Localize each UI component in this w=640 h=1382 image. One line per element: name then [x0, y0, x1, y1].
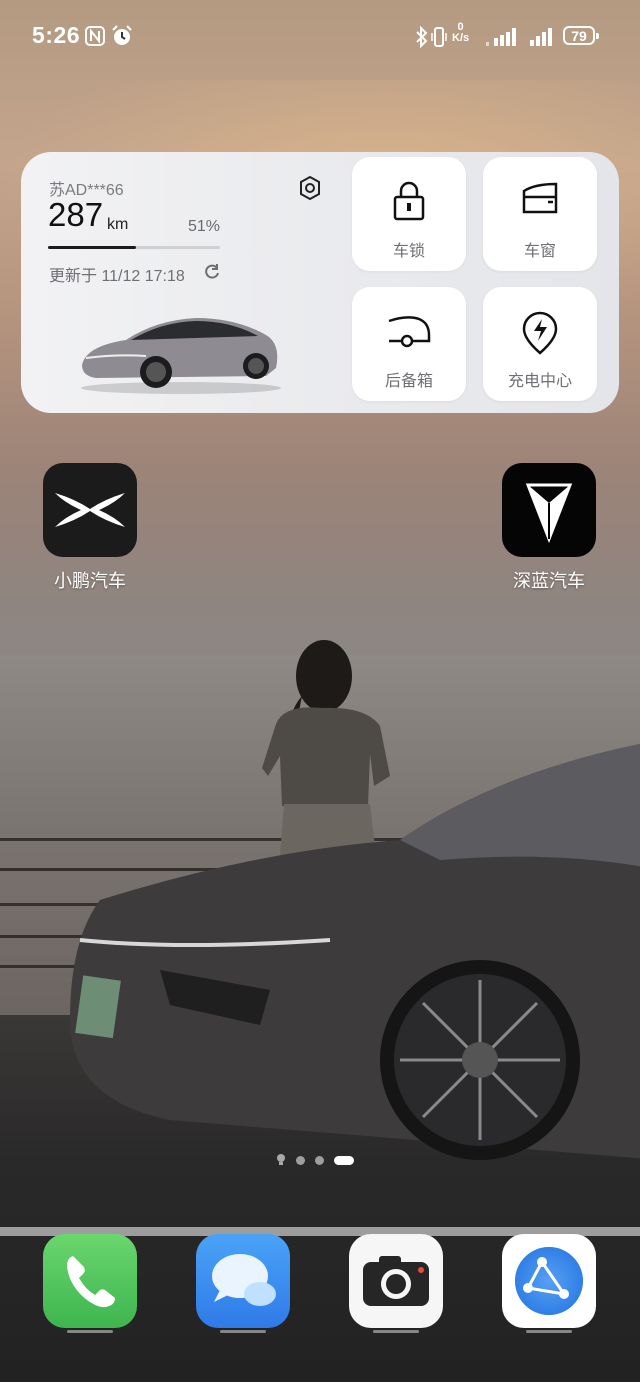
page-dot[interactable]: [296, 1155, 305, 1165]
network-speed: 0 K/s: [452, 22, 469, 44]
window-icon: [522, 182, 558, 214]
signal-icon: [530, 28, 552, 46]
status-bar: 5:26 0 K/s 79: [0, 0, 640, 72]
battery-bar-fill: [48, 246, 136, 249]
page-dot[interactable]: [315, 1155, 324, 1165]
page-dot-active[interactable]: [334, 1155, 354, 1165]
dock-camera[interactable]: [349, 1234, 443, 1328]
dock-indicator: [373, 1330, 419, 1333]
dock-indicator: [526, 1330, 572, 1333]
deepal-logo-icon: [502, 463, 596, 557]
app-deepal[interactable]: 深蓝汽车: [501, 463, 597, 593]
car-background: [70, 743, 640, 1160]
charging-label: 充电中心: [507, 373, 572, 390]
window-tile[interactable]: 车窗: [483, 157, 597, 271]
updated-time: 更新于 11/12 17:18: [49, 268, 185, 285]
range-unit: km: [107, 216, 129, 233]
trunk-tile[interactable]: 后备箱: [352, 287, 466, 401]
vibrate-icon: [431, 27, 447, 47]
refresh-icon[interactable]: [203, 263, 221, 281]
car-widget[interactable]: 苏AD***66 287 km 51% 更新于 11/12 17:18 车锁 车…: [21, 152, 619, 413]
bulb-icon[interactable]: [276, 1154, 286, 1166]
trunk-icon: [388, 316, 431, 348]
nfc-icon: [85, 26, 105, 46]
battery-indicator: 79: [563, 26, 599, 45]
window-label: 车窗: [523, 243, 556, 260]
settings-icon[interactable]: [296, 174, 324, 202]
speed-unit: K/s: [452, 32, 470, 44]
trunk-label: 后备箱: [384, 373, 433, 390]
battery-percent: 51%: [188, 218, 221, 235]
app-name: 小鹏汽车: [54, 571, 126, 591]
signal-icon: [486, 28, 516, 46]
camera-icon: [363, 1256, 429, 1306]
app-xpeng[interactable]: 小鹏汽车: [42, 463, 138, 593]
bluetooth-icon: [416, 26, 428, 48]
charging-tile[interactable]: 充电中心: [483, 287, 597, 401]
alarm-icon: [112, 25, 132, 45]
dock-indicator: [220, 1330, 266, 1333]
lock-tile[interactable]: 车锁: [352, 157, 466, 271]
app-name: 深蓝汽车: [513, 571, 585, 591]
browser-icon: [515, 1247, 583, 1315]
lock-label: 车锁: [392, 243, 425, 260]
dock-browser[interactable]: [502, 1234, 596, 1328]
charging-icon: [522, 311, 558, 355]
clock: 5:26: [32, 22, 81, 48]
dock-indicator: [67, 1330, 113, 1333]
car-image: [81, 318, 281, 394]
dock-phone[interactable]: [43, 1234, 137, 1328]
dock-messages[interactable]: [196, 1234, 290, 1328]
battery-bar: [48, 246, 220, 249]
lock-icon: [393, 181, 425, 221]
xpeng-logo-icon: [43, 463, 137, 557]
messages-icon: [212, 1254, 276, 1306]
phone-icon: [67, 1256, 115, 1308]
page-indicator[interactable]: [276, 1152, 354, 1168]
range-value: 287: [48, 196, 104, 233]
